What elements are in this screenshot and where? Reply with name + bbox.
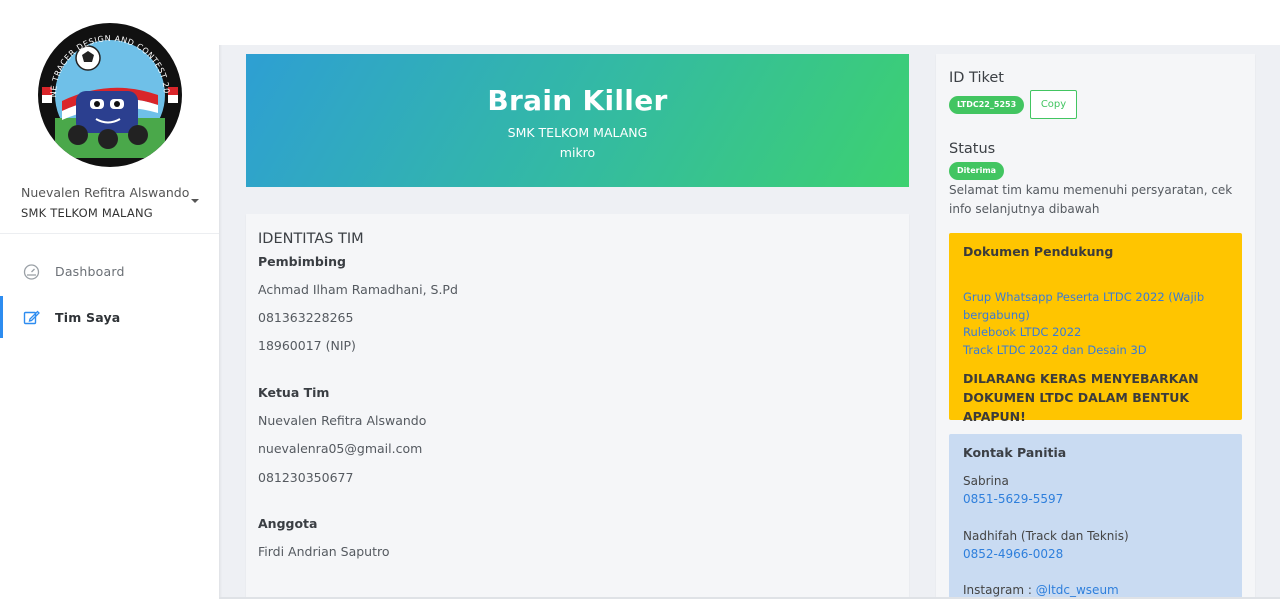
contact-title: Kontak Panitia bbox=[963, 445, 1067, 460]
ketua-name: Nuevalen Refitra Alswando bbox=[258, 413, 427, 428]
rulebook-link[interactable]: Rulebook LTDC 2022 bbox=[963, 324, 1081, 342]
ketua-label: Ketua Tim bbox=[258, 385, 330, 400]
copy-button[interactable]: Copy bbox=[1030, 90, 1077, 119]
team-school: SMK TELKOM MALANG bbox=[507, 125, 648, 140]
identity-title: IDENTITAS TIM bbox=[258, 231, 364, 247]
ticket-status-card: ID Tiket LTDC22_5253 Copy Status Diterim… bbox=[936, 54, 1255, 599]
instagram-label: Instagram : bbox=[963, 583, 1036, 597]
sidebar: LINE TRACER DESIGN AND CONTEST 2022 Nuev… bbox=[0, 0, 219, 599]
status-badge: Diterima bbox=[949, 162, 1005, 180]
team-identity-card: IDENTITAS TIM Pembimbing Achmad Ilham Ra… bbox=[246, 214, 909, 599]
instagram-row: Instagram : @ltdc_wseum bbox=[963, 583, 1119, 597]
pembimbing-nip: 18960017 (NIP) bbox=[258, 338, 356, 353]
sidebar-item-label: Dashboard bbox=[55, 263, 125, 279]
track-design-link[interactable]: Track LTDC 2022 dan Desain 3D bbox=[963, 342, 1147, 360]
status-title: Status bbox=[949, 141, 996, 157]
contact-name: Sabrina bbox=[963, 474, 1009, 488]
contact-name: Nadhifah (Track dan Teknis) bbox=[963, 529, 1129, 543]
pembimbing-name: Achmad Ilham Ramadhani, S.Pd bbox=[258, 282, 458, 297]
documents-box: Dokumen Pendukung Grup Whatsapp Peserta … bbox=[949, 233, 1242, 424]
edit-icon bbox=[23, 309, 40, 326]
team-name: Brain Killer bbox=[487, 84, 668, 117]
ketua-phone: 081230350677 bbox=[258, 470, 354, 485]
ltdc-logo[interactable]: LINE TRACER DESIGN AND CONTEST 2022 bbox=[38, 23, 182, 167]
user-info[interactable]: Nuevalen Refitra Alswando SMK TELKOM MAL… bbox=[21, 185, 211, 220]
status-message: Selamat tim kamu memenuhi persyaratan, c… bbox=[949, 183, 1233, 216]
contact-box: Kontak Panitia Sabrina 0851-5629-5597 Na… bbox=[949, 434, 1242, 599]
sidebar-divider bbox=[0, 233, 219, 234]
sidebar-item-tim-saya[interactable]: Tim Saya bbox=[0, 296, 219, 338]
top-navbar bbox=[219, 0, 1280, 45]
pembimbing-label: Pembimbing bbox=[258, 254, 347, 269]
chevron-down-icon[interactable] bbox=[191, 199, 199, 203]
anggota-name: Firdi Andrian Saputro bbox=[258, 544, 390, 559]
anggota-label: Anggota bbox=[258, 516, 318, 531]
sidebar-item-label: Tim Saya bbox=[55, 309, 121, 325]
ketua-email: nuevalenra05@gmail.com bbox=[258, 441, 423, 456]
whatsapp-group-link[interactable]: Grup Whatsapp Peserta LTDC 2022 (Wajib b… bbox=[963, 289, 1213, 324]
documents-warning: DILARANG KERAS MENYEBARKAN DOKUMEN LTDC … bbox=[963, 371, 1199, 424]
team-category: mikro bbox=[559, 145, 596, 160]
dashboard-icon bbox=[23, 263, 40, 280]
pembimbing-phone: 081363228265 bbox=[258, 310, 354, 325]
ticket-title: ID Tiket bbox=[949, 70, 1004, 86]
sidebar-item-dashboard[interactable]: Dashboard bbox=[0, 250, 219, 292]
team-banner: Brain Killer SMK TELKOM MALANG mikro bbox=[246, 54, 909, 187]
logo-image: LINE TRACER DESIGN AND CONTEST 2022 bbox=[38, 23, 180, 165]
contact-phone-link[interactable]: 0852-4966-0028 bbox=[963, 547, 1063, 561]
instagram-link[interactable]: @ltdc_wseum bbox=[1036, 583, 1119, 597]
user-school: SMK TELKOM MALANG bbox=[21, 206, 153, 220]
contact-phone-link[interactable]: 0851-5629-5597 bbox=[963, 492, 1063, 506]
documents-title: Dokumen Pendukung bbox=[963, 244, 1114, 259]
user-name: Nuevalen Refitra Alswando bbox=[21, 185, 190, 200]
ticket-id-badge: LTDC22_5253 bbox=[949, 96, 1025, 114]
